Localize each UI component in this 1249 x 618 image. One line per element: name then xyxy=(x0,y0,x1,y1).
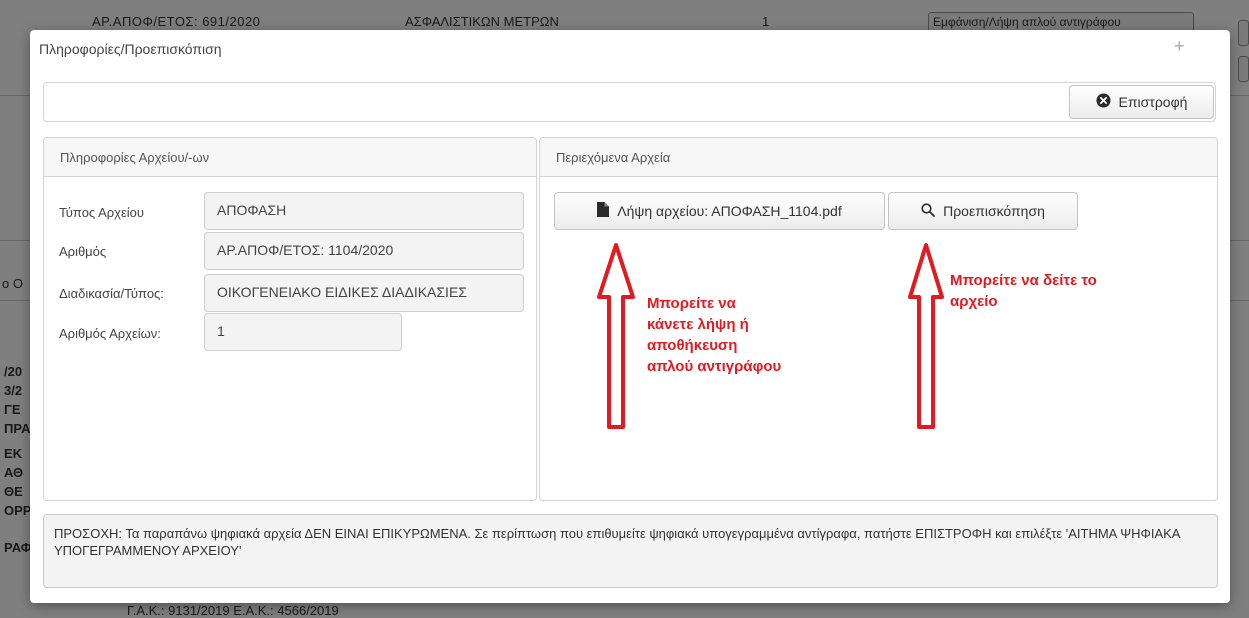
modal-toolbar: Επιστροφή xyxy=(43,82,1216,122)
back-button-label: Επιστροφή xyxy=(1118,94,1188,110)
back-button[interactable]: Επιστροφή xyxy=(1069,85,1214,119)
info-preview-modal: Πληροφορίες/Προεπισκόπιση + Επιστροφή Πλ… xyxy=(30,30,1230,603)
file-type-label: Τύπος Αρχείου xyxy=(59,205,145,220)
arrow-up-icon xyxy=(597,243,635,429)
procedure-label: Διαδικασία/Τύπος: xyxy=(59,286,164,301)
number-field[interactable]: ΑΡ.ΑΠΟΦ/ΕΤΟΣ: 1104/2020 xyxy=(204,232,524,270)
file-count-label: Αριθμός Αρχείων: xyxy=(59,326,161,341)
plus-icon[interactable]: + xyxy=(1174,36,1185,57)
file-icon xyxy=(597,202,610,220)
download-file-button[interactable]: Λήψη αρχείου: ΑΠΟΦΑΣΗ_1104.pdf xyxy=(554,192,885,230)
preview-button-label: Προεπισκόπηση xyxy=(943,203,1045,219)
download-file-button-label: Λήψη αρχείου: ΑΠΟΦΑΣΗ_1104.pdf xyxy=(617,203,842,219)
contained-files-header: Περιεχόμενα Αρχεία xyxy=(540,138,1217,177)
warning-notice: ΠΡΟΣΟΧΗ: Τα παραπάνω ψηφιακά αρχεία ΔΕΝ … xyxy=(43,514,1218,588)
file-type-field[interactable]: ΑΠΟΦΑΣΗ xyxy=(204,192,524,230)
download-annotation: Μπορείτε να κάνετε λήψη ή αποθήκευση απλ… xyxy=(647,295,782,375)
number-label: Αριθμός xyxy=(59,244,107,259)
preview-annotation: Μπορείτε να δείτε το αρχείο xyxy=(950,272,1097,310)
file-info-panel: Πληροφορίες Αρχείου/-ων Τύπος Αρχείου ΑΠ… xyxy=(43,137,537,501)
circle-x-icon xyxy=(1096,93,1111,111)
preview-button[interactable]: Προεπισκόπηση xyxy=(888,192,1078,230)
file-info-header: Πληροφορίες Αρχείου/-ων xyxy=(44,138,536,177)
contained-files-panel: Περιεχόμενα Αρχεία Λήψη αρχείου: ΑΠΟΦΑΣΗ… xyxy=(539,137,1218,501)
file-count-field[interactable]: 1 xyxy=(204,313,402,351)
modal-title: Πληροφορίες/Προεπισκόπιση xyxy=(39,41,222,57)
procedure-field[interactable]: ΟΙΚΟΓΕΝΕΙΑΚΟ ΕΙΔΙΚΕΣ ΔΙΑΔΙΚΑΣΙΕΣ xyxy=(204,274,524,312)
search-icon xyxy=(921,202,935,220)
arrow-up-icon xyxy=(908,243,944,429)
